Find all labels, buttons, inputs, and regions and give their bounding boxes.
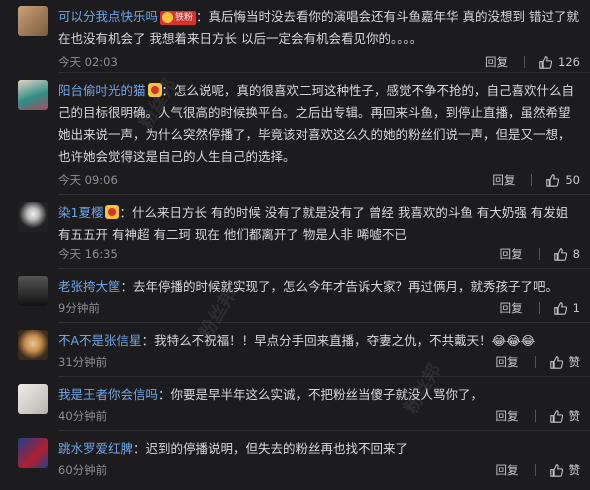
comment-text: ：去年停播的时候就实现了，怎么今年才告诉大家？再过俩月，就秀孩子了吧。 [120,279,559,294]
comment-time: 今天 02:03 [58,55,118,69]
comment-meta: 今天 02:03 回复 126 [58,54,580,70]
comment-item: 老张挎大筐：去年停播的时候就实现了，怎么今年才告诉大家？再过俩月，就秀孩子了吧。… [0,272,590,318]
comment-meta: 9分钟前 回复 1 [58,300,580,316]
reply-button[interactable]: 回复 [496,354,519,370]
like-button[interactable]: 126 [539,54,580,70]
comment-time: 60分钟前 [58,463,108,477]
comment-username[interactable]: 跳水罗爱红脾 [58,441,133,456]
comment-item: 染1夏樱 ：什么来日方长 有的时候 没有了就是没有了 曾经 我喜欢的斗鱼 有大奶强… [0,198,590,264]
like-count: 赞 [568,463,581,477]
comment-body: 老张挎大筐：去年停播的时候就实现了，怎么今年才告诉大家？再过俩月，就秀孩子了吧。 [58,276,580,298]
comment-username[interactable]: 可以分我点快乐吗 [58,9,158,24]
comment-item: 我是王者你会信吗：你要是早半年这么实诚，不把粉丝当傻子就没人骂你了， 40分钟前… [0,380,590,426]
fan-badge: 铁粉 [160,11,197,25]
like-button[interactable]: 赞 [549,408,581,424]
avatar[interactable] [18,202,48,232]
comment-item: 阳台偷吋光的猫 ：怎么说呢，真的很喜欢二珂这种性子，感觉不争不抢的，自己喜欢什么自… [0,76,590,192]
reply-button[interactable]: 回复 [496,462,519,478]
reply-button[interactable]: 回复 [485,54,508,70]
comment-text: ：迟到的停播说明，但失去的粉丝再也找不回来了 [133,441,409,456]
divider [538,302,540,314]
avatar[interactable] [18,80,48,110]
comment-username[interactable]: 阳台偷吋光的猫 [58,83,146,98]
comment-body: 可以分我点快乐吗 铁粉 ：真后悔当时没去看你的演唱会还有斗鱼嘉年华 真的没想到 错过… [58,6,580,50]
thumbs-up-icon [549,409,563,423]
thumbs-up-icon [546,173,560,187]
thumbs-up-icon [553,247,567,261]
like-count: 8 [572,247,580,261]
comment-time: 9分钟前 [58,301,100,315]
like-button[interactable]: 1 [553,300,580,316]
like-button[interactable]: 50 [546,172,580,188]
comment-meta: 40分钟前 回复 赞 [58,408,580,424]
comment-body: 跳水罗爱红脾：迟到的停播说明，但失去的粉丝再也找不回来了 [58,438,580,460]
thumbs-up-icon [553,301,567,315]
comment-body: 染1夏樱 ：什么来日方长 有的时候 没有了就是没有了 曾经 我喜欢的斗鱼 有大奶强… [58,202,580,246]
comment-body: 我是王者你会信吗：你要是早半年这么实诚，不把粉丝当傻子就没人骂你了， [58,384,580,406]
divider [58,268,590,269]
comment-body: 不A不是张信星：我特么不祝福！！早点分手回来直播，夺妻之仇，不共戴天！😂😂😂 [58,330,580,352]
divider [524,56,526,68]
like-count: 赞 [568,409,581,423]
like-button[interactable]: 8 [553,246,580,262]
avatar[interactable] [18,384,48,414]
comment-meta: 今天 16:35 回复 8 [58,246,580,262]
divider [534,410,536,422]
comment-username[interactable]: 老张挎大筐 [58,279,121,294]
comment-text: ：什么来日方长 有的时候 没有了就是没有了 曾经 我喜欢的斗鱼 有大奶强 有发姐… [58,205,569,242]
comment-body: 阳台偷吋光的猫 ：怎么说呢，真的很喜欢二珂这种性子，感觉不争不抢的，自己喜欢什么自… [58,80,580,168]
divider [58,430,590,431]
divider [538,248,540,260]
like-count: 1 [572,301,580,315]
avatar[interactable] [18,330,48,360]
reply-button[interactable]: 回复 [492,172,515,188]
divider [58,376,590,377]
like-count: 126 [558,55,580,69]
reply-button[interactable]: 回复 [500,300,523,316]
vip-icon [105,205,120,219]
thumbs-up-icon [549,463,563,477]
thumbs-up-icon [549,355,563,369]
thumbs-up-icon [539,55,553,69]
reply-button[interactable]: 回复 [500,246,523,262]
comment-meta: 60分钟前 回复 赞 [58,462,580,478]
avatar[interactable] [18,276,48,306]
comment-time: 今天 09:06 [58,173,118,187]
comment-meta: 今天 09:06 回复 50 [58,172,580,188]
avatar[interactable] [18,438,48,468]
comment-username[interactable]: 不A不是张信星 [58,333,142,348]
comment-item: 可以分我点快乐吗 铁粉 ：真后悔当时没去看你的演唱会还有斗鱼嘉年华 真的没想到 错过… [0,2,590,70]
comment-item: 不A不是张信星：我特么不祝福！！早点分手回来直播，夺妻之仇，不共戴天！😂😂😂 3… [0,326,590,372]
divider [534,356,536,368]
comment-username[interactable]: 我是王者你会信吗 [58,387,158,402]
comment-item: 跳水罗爱红脾：迟到的停播说明，但失去的粉丝再也找不回来了 60分钟前 回复 赞 [0,434,590,484]
comment-username[interactable]: 染1夏樱 [58,205,103,220]
divider [531,174,533,186]
like-button[interactable]: 赞 [549,354,581,370]
divider [58,72,590,73]
like-button[interactable]: 赞 [549,462,581,478]
comment-time: 今天 16:35 [58,247,118,261]
divider [58,194,590,195]
like-count: 50 [565,173,580,187]
comment-time: 40分钟前 [58,409,108,423]
avatar[interactable] [18,6,48,36]
like-count: 赞 [568,355,581,369]
reply-button[interactable]: 回复 [496,408,519,424]
divider [58,322,590,323]
comment-time: 31分钟前 [58,355,108,369]
divider [534,464,536,476]
comment-meta: 31分钟前 回复 赞 [58,354,580,370]
